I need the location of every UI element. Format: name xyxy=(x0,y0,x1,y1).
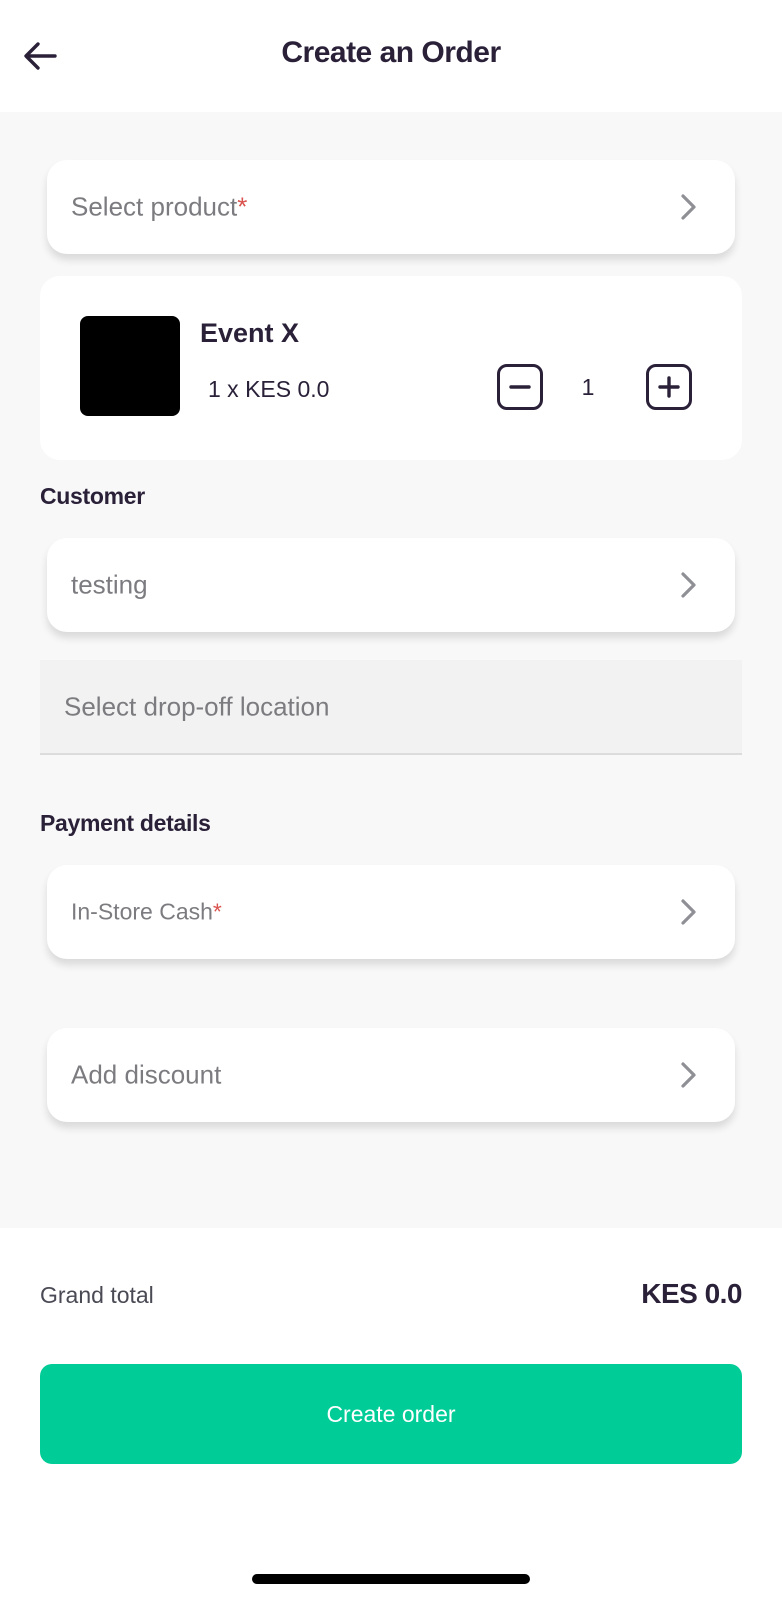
add-discount-field[interactable]: Add discount xyxy=(47,1028,735,1122)
dropoff-location-placeholder: Select drop-off location xyxy=(64,691,330,721)
chevron-right-icon xyxy=(679,898,699,926)
chevron-right-icon xyxy=(679,1061,699,1089)
customer-section-label: Customer xyxy=(40,483,145,509)
product-price-line: 1 x KES 0.0 xyxy=(208,376,330,402)
chevron-right-icon xyxy=(679,193,699,221)
payment-method-label: In-Store Cash* xyxy=(71,899,222,926)
customer-value: testing xyxy=(71,569,148,600)
add-discount-label: Add discount xyxy=(71,1059,222,1090)
order-footer: Grand total KES 0.0 Create order xyxy=(0,1228,782,1600)
plus-icon xyxy=(658,376,680,398)
payment-method-text: In-Store Cash xyxy=(71,898,213,925)
product-thumbnail xyxy=(80,316,180,416)
app-header: Create an Order xyxy=(0,0,782,112)
payment-section-label: Payment details xyxy=(40,810,211,836)
required-mark: * xyxy=(212,898,222,925)
increase-quantity-button[interactable] xyxy=(646,364,692,410)
grand-total-value: KES 0.0 xyxy=(641,1278,742,1309)
product-item-card: Event X 1 x KES 0.0 1 xyxy=(40,276,742,460)
home-indicator xyxy=(252,1574,530,1584)
dropoff-location-input[interactable]: Select drop-off location xyxy=(40,660,742,755)
product-name: Event X xyxy=(200,318,300,348)
required-mark: * xyxy=(237,191,248,222)
grand-total-label: Grand total xyxy=(40,1282,154,1308)
select-product-label: Select product* xyxy=(71,192,247,223)
payment-method-field[interactable]: In-Store Cash* xyxy=(47,865,735,959)
select-product-field[interactable]: Select product* xyxy=(47,160,735,254)
decrease-quantity-button[interactable] xyxy=(497,364,543,410)
minus-icon xyxy=(509,385,531,389)
select-product-text: Select product xyxy=(71,191,238,222)
create-order-button[interactable]: Create order xyxy=(40,1364,742,1464)
quantity-value: 1 xyxy=(581,374,595,400)
customer-select-field[interactable]: testing xyxy=(47,538,735,632)
page-title: Create an Order xyxy=(281,36,501,69)
chevron-right-icon xyxy=(679,571,699,599)
